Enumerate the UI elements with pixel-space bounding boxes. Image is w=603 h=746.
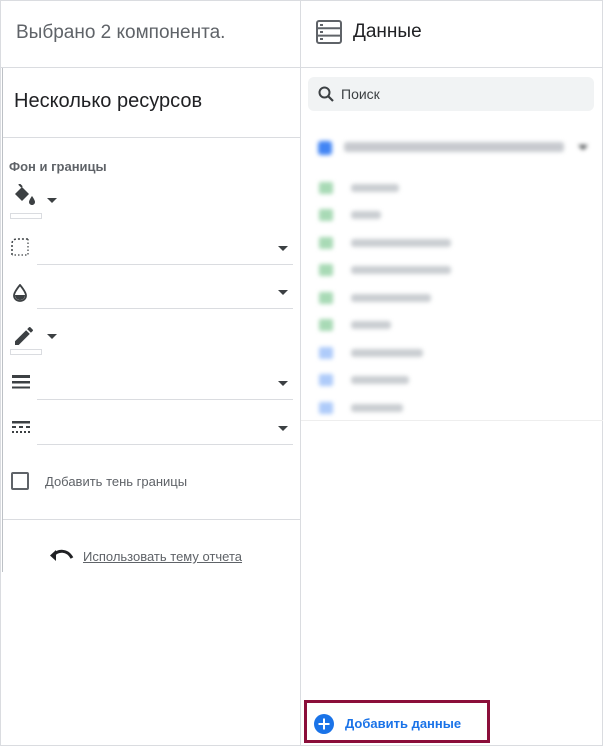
add-circle-icon <box>314 714 334 734</box>
field-label <box>351 376 409 384</box>
list-item[interactable] <box>315 207 585 223</box>
border-color-dropdown-caret[interactable] <box>47 334 57 339</box>
data-source-icon <box>318 141 332 155</box>
list-item[interactable] <box>315 262 585 278</box>
data-source-caret[interactable] <box>578 145 588 150</box>
border-color-icon[interactable] <box>12 324 36 348</box>
list-item[interactable] <box>315 290 585 306</box>
data-table-icon <box>316 20 342 44</box>
metric-field-icon <box>319 402 333 414</box>
selection-header: Выбрано 2 компонента. <box>0 0 300 68</box>
border-radius-dropdown[interactable] <box>37 264 293 265</box>
field-label <box>351 294 431 302</box>
search-icon <box>318 86 334 102</box>
border-style-dropdown[interactable] <box>37 444 293 445</box>
data-panel-title: Данные <box>353 21 422 42</box>
data-source-selector[interactable] <box>308 133 594 163</box>
opacity-dropdown-caret[interactable] <box>278 290 288 295</box>
border-radius-dropdown-caret[interactable] <box>278 246 288 251</box>
fill-color-swatch[interactable] <box>10 213 42 219</box>
add-data-button[interactable]: Добавить данные <box>304 700 490 743</box>
border-radius-icon <box>11 238 29 256</box>
fill-color-icon[interactable] <box>11 184 37 206</box>
properties-body: Несколько ресурсов Фон и границы Добавит… <box>2 68 301 572</box>
fill-color-dropdown-caret[interactable] <box>47 198 57 203</box>
border-style-icon <box>12 420 30 436</box>
field-label <box>351 266 451 274</box>
field-list-end-divider <box>301 420 603 421</box>
list-item[interactable] <box>315 345 585 361</box>
properties-divider <box>3 519 301 520</box>
dimension-field-icon <box>319 237 333 249</box>
border-shadow-label: Добавить тень границы <box>45 474 188 489</box>
field-label <box>351 239 451 247</box>
metric-field-icon <box>319 347 333 359</box>
search-input[interactable]: Поиск <box>308 77 594 111</box>
data-panel-header: Данные <box>301 0 603 68</box>
data-source-label <box>344 142 564 152</box>
section-label-background-borders: Фон и границы <box>9 159 107 174</box>
properties-panel: Выбрано 2 компонента. Несколько ресурсов… <box>0 0 301 746</box>
list-item[interactable] <box>315 400 585 416</box>
dimension-field-icon <box>319 209 333 221</box>
list-item[interactable] <box>315 372 585 388</box>
list-item[interactable] <box>315 317 585 333</box>
dimension-field-icon <box>319 319 333 331</box>
dimension-field-icon <box>319 292 333 304</box>
add-data-label: Добавить данные <box>345 716 462 731</box>
use-report-theme-link[interactable]: Использовать тему отчета <box>83 549 242 564</box>
border-style-dropdown-caret[interactable] <box>278 426 288 431</box>
search-placeholder: Поиск <box>341 86 380 102</box>
field-label <box>351 211 381 219</box>
field-label <box>351 321 391 329</box>
metric-field-icon <box>319 374 333 386</box>
list-item[interactable] <box>315 235 585 251</box>
dimension-field-icon <box>319 264 333 276</box>
data-panel: Данные Поиск Добавить данные <box>301 0 603 746</box>
undo-icon[interactable] <box>48 546 74 564</box>
border-weight-icon <box>12 374 30 390</box>
border-color-swatch[interactable] <box>10 349 42 355</box>
opacity-dropdown[interactable] <box>37 308 293 309</box>
border-shadow-checkbox[interactable] <box>11 472 29 490</box>
resources-title: Несколько ресурсов <box>3 68 300 138</box>
border-weight-dropdown-caret[interactable] <box>278 381 288 386</box>
list-item[interactable] <box>315 180 585 196</box>
border-weight-dropdown[interactable] <box>37 399 293 400</box>
opacity-icon <box>12 284 28 302</box>
field-label <box>351 349 423 357</box>
field-label <box>351 404 403 412</box>
dimension-field-icon <box>319 182 333 194</box>
field-label <box>351 184 399 192</box>
